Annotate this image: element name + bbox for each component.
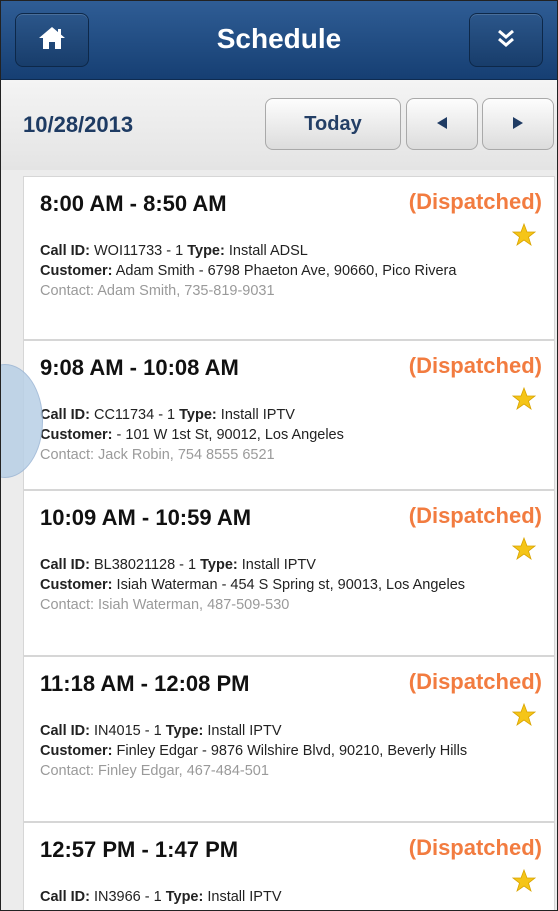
- contact-label: Contact:: [40, 283, 94, 299]
- appointment-details: Call ID: IN4015 - 1 Type: Install IPTV C…: [40, 721, 480, 781]
- call-type: Install IPTV: [207, 889, 282, 905]
- contact: Isiah Waterman, 487-509-530: [98, 597, 290, 613]
- type-label: Type:: [200, 557, 238, 573]
- customer: Finley Edgar - 9876 Wilshire Blvd, 90210…: [116, 743, 468, 759]
- appointment-details: Call ID: BL38021128 - 1 Type: Install IP…: [40, 555, 480, 615]
- call-id-label: Call ID:: [40, 723, 90, 739]
- call-type: Install IPTV: [220, 407, 295, 423]
- home-button[interactable]: [15, 13, 89, 67]
- appointment-time: 12:57 PM - 1:47 PM: [40, 837, 239, 862]
- today-button[interactable]: Today: [265, 98, 401, 150]
- appointment-time: 9:08 AM - 10:08 AM: [40, 355, 239, 380]
- appointment-details: Call ID: IN3966 - 1 Type: Install IPTV: [40, 887, 480, 907]
- call-id: CC11734 - 1: [93, 407, 176, 423]
- today-label: Today: [304, 112, 362, 135]
- call-id-label: Call ID:: [40, 889, 90, 905]
- double-chevron-down-icon: [495, 27, 517, 54]
- star-icon[interactable]: [511, 536, 537, 566]
- contact: Jack Robin, 754 8555 6521: [98, 447, 275, 463]
- schedule-item[interactable]: 10:09 AM - 10:59 AM (Dispatched) Call ID…: [23, 490, 555, 656]
- star-icon[interactable]: [511, 222, 537, 252]
- call-id: IN4015 - 1: [93, 723, 162, 739]
- next-day-button[interactable]: [482, 98, 554, 150]
- contact: Adam Smith, 735-819-9031: [97, 283, 275, 299]
- call-id-label: Call ID:: [40, 407, 90, 423]
- triangle-right-icon: [511, 113, 525, 136]
- menu-button[interactable]: [469, 13, 543, 67]
- contact-label: Contact:: [40, 597, 94, 613]
- appointment-details: Call ID: CC11734 - 1 Type: Install IPTV …: [40, 405, 480, 465]
- schedule-item[interactable]: 12:57 PM - 1:47 PM (Dispatched) Call ID:…: [23, 822, 555, 910]
- type-label: Type:: [179, 407, 217, 423]
- call-id-label: Call ID:: [40, 557, 90, 573]
- call-type: Install ADSL: [228, 243, 308, 259]
- call-id: IN3966 - 1: [93, 889, 162, 905]
- appointment-time: 11:18 AM - 12:08 PM: [40, 671, 250, 696]
- type-label: Type:: [187, 243, 225, 259]
- contact: Finley Edgar, 467-484-501: [98, 763, 269, 779]
- call-type: Install IPTV: [207, 723, 282, 739]
- customer: Isiah Waterman - 454 S Spring st, 90013,…: [116, 577, 466, 593]
- app-frame: Schedule 10/28/2013 Today 8:00 AM - 8:50…: [0, 0, 558, 911]
- appointment-time: 8:00 AM - 8:50 AM: [40, 191, 227, 216]
- previous-day-button[interactable]: [406, 98, 478, 150]
- call-id: WOI11733 - 1: [93, 243, 184, 259]
- customer-label: Customer:: [40, 577, 113, 593]
- schedule-item[interactable]: 8:00 AM - 8:50 AM (Dispatched) Call ID: …: [23, 176, 555, 340]
- status-badge: (Dispatched): [408, 669, 542, 694]
- status-badge: (Dispatched): [408, 189, 542, 214]
- customer: - 101 W 1st St, 90012, Los Angeles: [116, 427, 344, 443]
- status-badge: (Dispatched): [408, 835, 542, 860]
- customer-label: Customer:: [40, 263, 113, 279]
- appointment-time: 10:09 AM - 10:59 AM: [40, 505, 252, 530]
- type-label: Type:: [165, 889, 204, 905]
- status-badge: (Dispatched): [408, 353, 542, 378]
- customer: Adam Smith - 6798 Phaeton Ave, 90660, Pi…: [115, 263, 457, 279]
- customer-label: Customer:: [40, 427, 113, 443]
- contact-label: Contact:: [40, 763, 94, 779]
- page-title: Schedule: [216, 23, 342, 54]
- call-type: Install IPTV: [241, 557, 316, 573]
- current-date: 10/28/2013: [23, 112, 134, 137]
- star-icon[interactable]: [511, 868, 537, 898]
- triangle-left-icon: [435, 113, 449, 136]
- home-icon: [37, 25, 67, 56]
- status-badge: (Dispatched): [408, 503, 542, 528]
- customer-label: Customer:: [40, 743, 113, 759]
- schedule-item[interactable]: 9:08 AM - 10:08 AM (Dispatched) Call ID:…: [23, 340, 555, 490]
- schedule-list[interactable]: 8:00 AM - 8:50 AM (Dispatched) Call ID: …: [23, 176, 555, 910]
- schedule-item[interactable]: 11:18 AM - 12:08 PM (Dispatched) Call ID…: [23, 656, 555, 822]
- call-id: BL38021128 - 1: [93, 557, 197, 573]
- appointment-details: Call ID: WOI11733 - 1 Type: Install ADSL…: [40, 241, 480, 301]
- contact-label: Contact:: [40, 447, 94, 463]
- call-id-label: Call ID:: [40, 243, 90, 259]
- star-icon[interactable]: [511, 702, 537, 732]
- star-icon[interactable]: [511, 386, 537, 416]
- type-label: Type:: [165, 723, 204, 739]
- header-bar: Schedule: [1, 1, 557, 80]
- date-bar: 10/28/2013 Today: [1, 80, 557, 170]
